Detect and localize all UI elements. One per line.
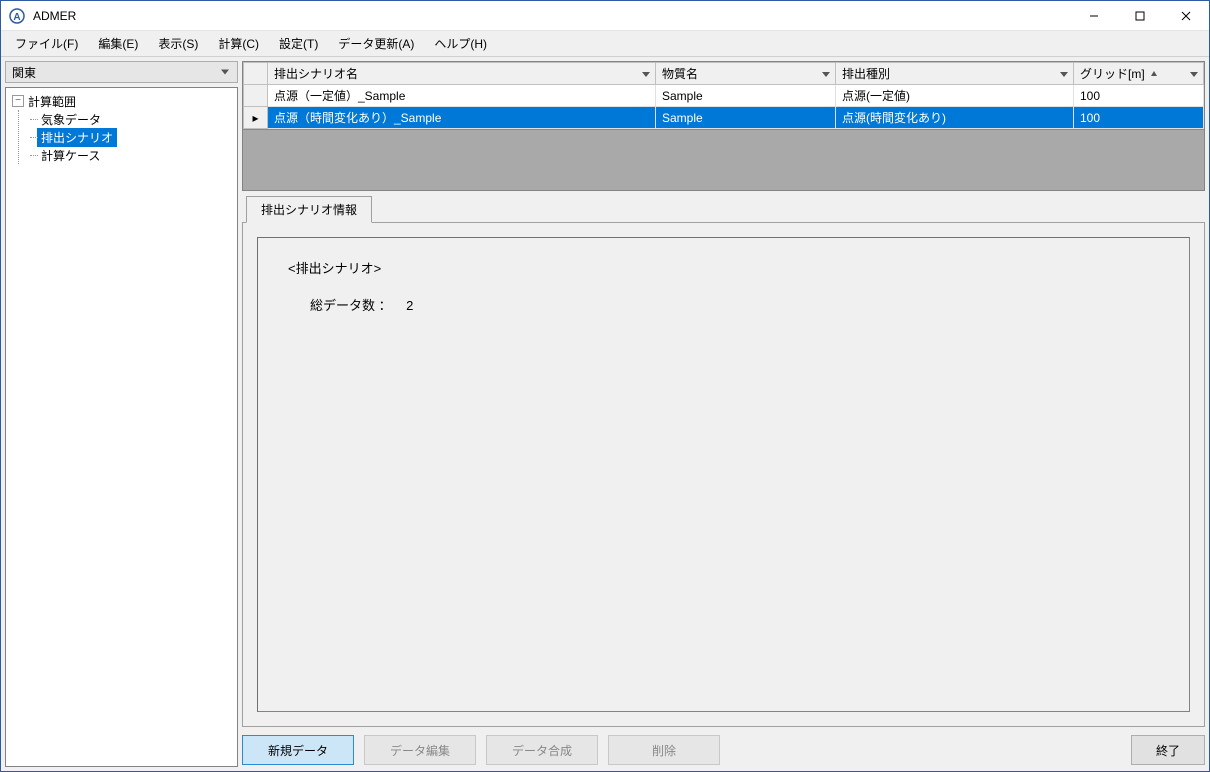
grid-header-scenario-name[interactable]: 排出シナリオ名 <box>268 63 656 85</box>
sort-asc-icon <box>1150 67 1158 81</box>
grid-header-rowselect <box>244 63 268 85</box>
grid-header-label: 物質名 <box>662 67 698 81</box>
exit-button[interactable]: 終了 <box>1131 735 1205 765</box>
close-button[interactable] <box>1163 1 1209 31</box>
tree-item-emission-scenario[interactable]: 排出シナリオ <box>31 128 235 146</box>
tree-root-node[interactable]: − 計算範囲 <box>12 92 235 110</box>
tree-root: − 計算範囲 気象データ 排出シナリオ 計算ケース <box>8 92 235 164</box>
filter-dropdown-icon[interactable] <box>1058 68 1070 80</box>
cell-scenario-name: 点源（一定値）_Sample <box>268 85 656 107</box>
grid-header-substance[interactable]: 物質名 <box>656 63 836 85</box>
minimize-button[interactable] <box>1071 1 1117 31</box>
grid-empty-area <box>243 129 1204 190</box>
region-select-value: 関東 <box>12 64 36 81</box>
tree-item-label: 気象データ <box>37 110 105 129</box>
menu-edit[interactable]: 編集(E) <box>88 31 148 56</box>
window-title: ADMER <box>33 9 1071 23</box>
info-panel: <排出シナリオ> 総データ数 ： 2 <box>242 222 1205 727</box>
app-icon: A <box>9 8 25 24</box>
info-count-value: 2 <box>406 298 413 313</box>
scenario-grid: 排出シナリオ名 物質名 排出種別 <box>242 61 1205 191</box>
filter-dropdown-icon[interactable] <box>1188 68 1200 80</box>
delete-button[interactable]: 削除 <box>608 735 720 765</box>
right-panel: 排出シナリオ名 物質名 排出種別 <box>242 61 1205 767</box>
region-select[interactable]: 関東 <box>5 61 238 83</box>
grid-header-emission-type[interactable]: 排出種別 <box>836 63 1074 85</box>
grid-header-label: 排出種別 <box>842 67 890 81</box>
app-window: A ADMER ファイル(F) 編集(E) 表示(S) 計算(C) 設定(T) … <box>0 0 1210 772</box>
menubar: ファイル(F) 編集(E) 表示(S) 計算(C) 設定(T) データ更新(A)… <box>1 31 1209 57</box>
grid-header-grid-m[interactable]: グリッド[m] <box>1074 63 1204 85</box>
filter-dropdown-icon[interactable] <box>820 68 832 80</box>
titlebar: A ADMER <box>1 1 1209 31</box>
filter-dropdown-icon[interactable] <box>640 68 652 80</box>
new-data-button[interactable]: 新規データ <box>242 735 354 765</box>
tree-panel: − 計算範囲 気象データ 排出シナリオ 計算ケース <box>5 87 238 767</box>
menu-help[interactable]: ヘルプ(H) <box>424 31 497 56</box>
window-buttons <box>1071 1 1209 31</box>
edit-data-button[interactable]: データ編集 <box>364 735 476 765</box>
tab-strip: 排出シナリオ情報 <box>242 196 1205 223</box>
tree-root-label: 計算範囲 <box>28 93 76 110</box>
grid-header-label: グリッド[m] <box>1080 67 1145 81</box>
info-area: 排出シナリオ情報 <排出シナリオ> 総データ数 ： 2 <box>242 195 1205 727</box>
svg-text:A: A <box>13 12 20 23</box>
tree-item-meteo[interactable]: 気象データ <box>31 110 235 128</box>
cell-substance: Sample <box>656 107 836 129</box>
button-row: 新規データ データ編集 データ合成 削除 終了 <box>242 731 1205 767</box>
cell-grid-m: 100 <box>1074 85 1204 107</box>
info-content: <排出シナリオ> 総データ数 ： 2 <box>257 237 1190 712</box>
cell-grid-m: 100 <box>1074 107 1204 129</box>
grid-row[interactable]: ▸ 点源（時間変化あり）_Sample Sample 点源(時間変化あり) 10… <box>244 107 1204 129</box>
row-indicator <box>244 85 268 107</box>
grid-header-row: 排出シナリオ名 物質名 排出種別 <box>244 63 1204 85</box>
left-panel: 関東 − 計算範囲 気象データ 排出シナリオ 計算ケース <box>5 61 238 767</box>
menu-data-update[interactable]: データ更新(A) <box>328 31 424 56</box>
menu-calc[interactable]: 計算(C) <box>208 31 269 56</box>
cell-substance: Sample <box>656 85 836 107</box>
collapse-icon[interactable]: − <box>12 95 24 107</box>
tree-children: 気象データ 排出シナリオ 計算ケース <box>18 110 235 164</box>
tree-item-label: 計算ケース <box>37 146 104 165</box>
info-section-title: <排出シナリオ> <box>288 258 1159 277</box>
menu-file[interactable]: ファイル(F) <box>5 31 88 56</box>
content-area: 関東 − 計算範囲 気象データ 排出シナリオ 計算ケース <box>1 57 1209 771</box>
tree-item-calc-case[interactable]: 計算ケース <box>31 146 235 164</box>
row-indicator: ▸ <box>244 107 268 129</box>
merge-data-button[interactable]: データ合成 <box>486 735 598 765</box>
grid-header-label: 排出シナリオ名 <box>274 67 358 81</box>
menu-view[interactable]: 表示(S) <box>148 31 208 56</box>
cell-emission-type: 点源(一定値) <box>836 85 1074 107</box>
tab-emission-info[interactable]: 排出シナリオ情報 <box>246 196 372 223</box>
maximize-button[interactable] <box>1117 1 1163 31</box>
cell-emission-type: 点源(時間変化あり) <box>836 107 1074 129</box>
menu-settings[interactable]: 設定(T) <box>269 31 328 56</box>
info-count-row: 総データ数 ： 2 <box>288 295 1159 314</box>
tree-item-label: 排出シナリオ <box>37 128 117 147</box>
grid-row[interactable]: 点源（一定値）_Sample Sample 点源(一定値) 100 <box>244 85 1204 107</box>
info-count-label: 総データ数 ： <box>310 298 392 313</box>
cell-scenario-name: 点源（時間変化あり）_Sample <box>268 107 656 129</box>
